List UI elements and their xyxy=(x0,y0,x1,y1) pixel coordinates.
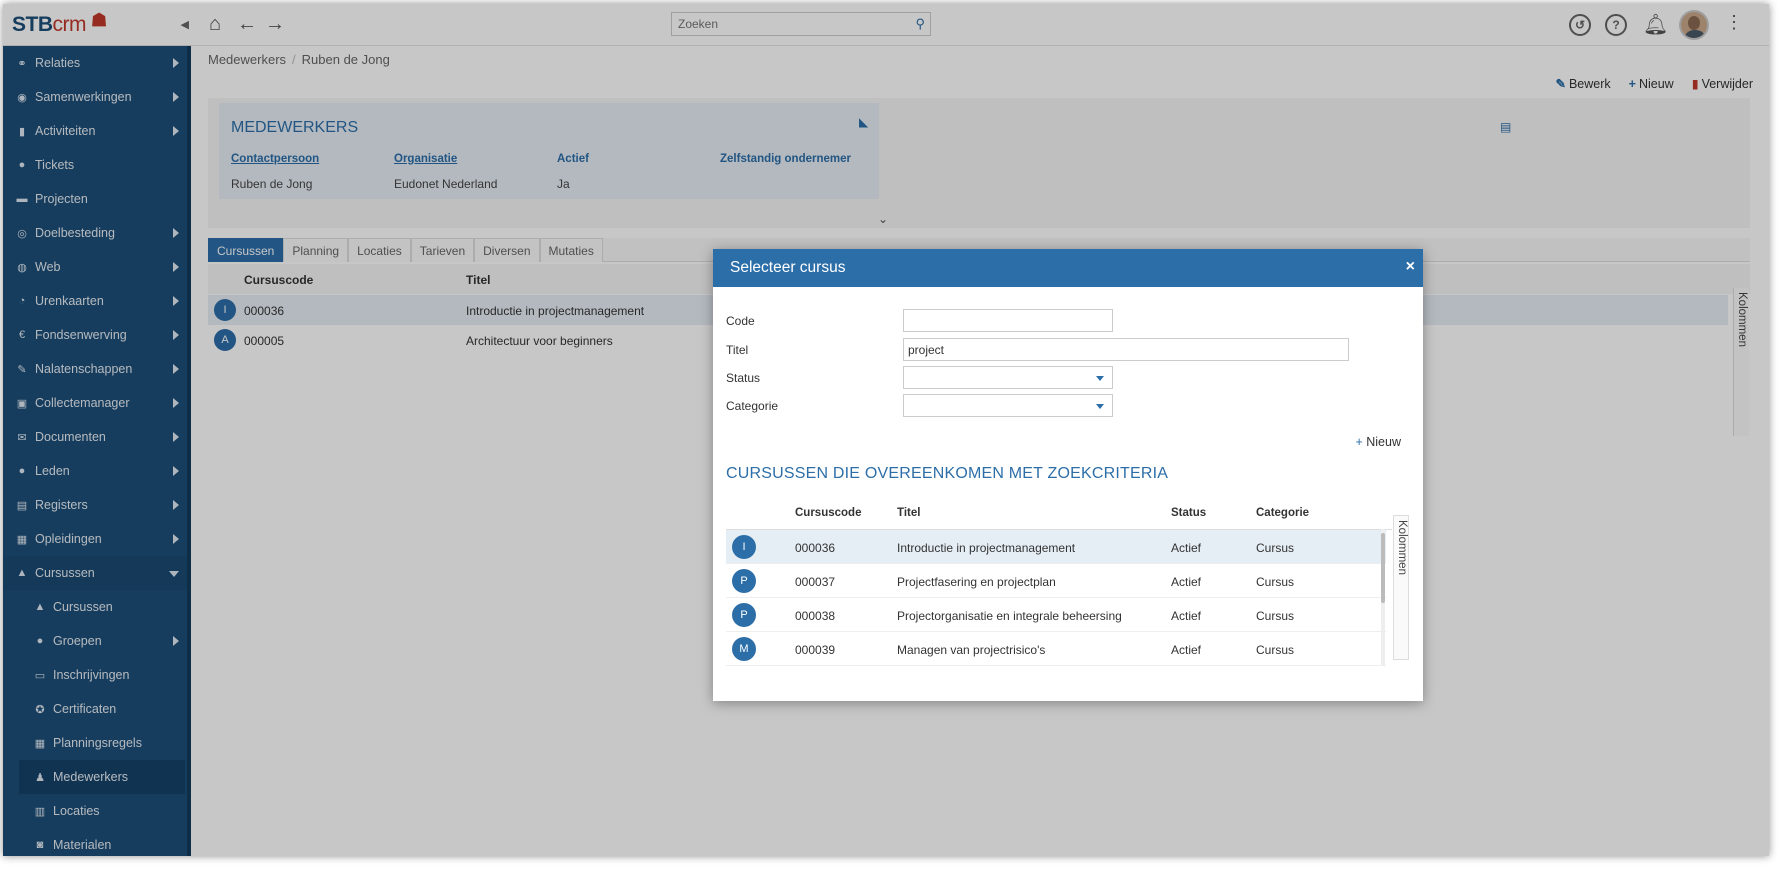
dialog-title: Selecteer cursus xyxy=(730,259,846,276)
row-avatar: M xyxy=(732,637,756,661)
titel-label: Titel xyxy=(726,343,749,357)
dropdown-caret-icon xyxy=(1096,404,1104,409)
results-scrollbar[interactable] xyxy=(1381,529,1385,666)
categorie-select[interactable] xyxy=(903,394,1113,417)
table-row[interactable]: P 000038 Projectorganisatie en integrale… xyxy=(726,598,1386,632)
table-row[interactable]: P 000037 Projectfasering en projectplan … xyxy=(726,564,1386,598)
row-avatar: P xyxy=(732,603,756,627)
dialog-header: Selecteer cursus × xyxy=(713,249,1423,287)
categorie-label: Categorie xyxy=(726,399,779,413)
status-select[interactable] xyxy=(903,366,1113,389)
table-row[interactable]: I 000036 Introductie in projectmanagemen… xyxy=(726,530,1386,564)
row-avatar: P xyxy=(732,569,756,593)
titel-field[interactable]: project xyxy=(903,338,1349,361)
app-window: STBcrm ☗ ◀ ⚭ Relaties ◉ Samenwerkingen ▮ Acti… xyxy=(3,4,1769,856)
close-icon[interactable]: × xyxy=(1406,258,1415,276)
select-course-dialog: Selecteer cursus × Code Titel project St… xyxy=(713,249,1423,701)
table-row[interactable]: M 000039 Managen van projectrisico's Act… xyxy=(726,632,1386,666)
row-avatar: I xyxy=(732,535,756,559)
columns-toggle[interactable]: Kolommen xyxy=(1393,515,1409,660)
new-course-button[interactable]: + Nieuw xyxy=(1355,435,1401,449)
code-label: Code xyxy=(726,314,755,328)
code-field[interactable] xyxy=(903,309,1113,332)
results-grid: I 000036 Introductie in projectmanagemen… xyxy=(726,529,1392,666)
results-title: CURSUSSEN DIE OVEREENKOMEN MET ZOEKCRITE… xyxy=(726,465,1169,482)
plus-icon: + xyxy=(1355,435,1363,449)
status-label: Status xyxy=(726,371,761,385)
dropdown-caret-icon xyxy=(1096,376,1104,381)
